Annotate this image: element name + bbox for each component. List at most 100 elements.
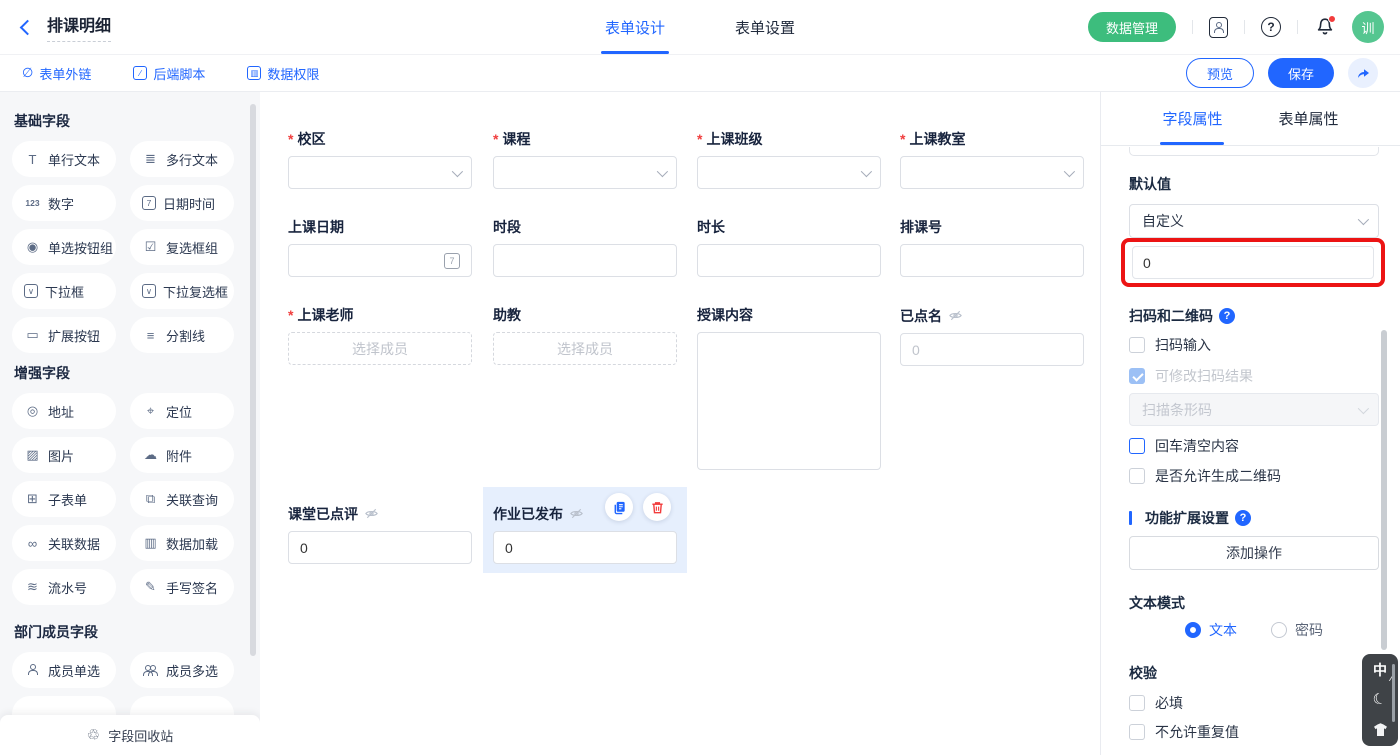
course-select[interactable] — [493, 156, 677, 189]
scan-input-checkbox[interactable]: 扫码输入 — [1129, 337, 1211, 353]
pen-icon: ✎ — [142, 579, 159, 595]
field-item-multi-line-text[interactable]: ≣多行文本 — [130, 141, 234, 177]
section-title-members: 部门成员字段 — [14, 625, 260, 639]
no-duplicate-checkbox[interactable]: 不允许重复值 — [1129, 724, 1239, 740]
field-item-address[interactable]: ◎地址 — [12, 393, 116, 429]
field-time-slot[interactable]: 时段 — [493, 220, 677, 277]
field-item-image[interactable]: ▨图片 — [12, 437, 116, 473]
form-canvas[interactable]: *校区 *课程 *上课班级 *上课教室 上课日期 7 时段 时长 排课号 — [260, 92, 1100, 755]
class-select[interactable] — [697, 156, 881, 189]
field-duration[interactable]: 时长 — [697, 220, 881, 277]
homework-published-input[interactable]: 0 — [493, 531, 677, 564]
field-item-serial-number[interactable]: ≋流水号 — [12, 569, 116, 605]
language-toggle[interactable]: 中∕ — [1373, 663, 1387, 677]
field-item-datetime[interactable]: 7日期时间 — [130, 185, 234, 221]
field-item-related-data[interactable]: ∞关联数据 — [12, 525, 116, 561]
data-permission-button[interactable]: ▥数据权限 — [247, 64, 319, 83]
enter-clear-checkbox[interactable]: 回车清空内容 — [1129, 438, 1239, 454]
divider — [1244, 20, 1245, 34]
field-item-location[interactable]: ⌖定位 — [130, 393, 234, 429]
calendar-icon: 7 — [444, 253, 460, 269]
help-icon[interactable]: ? — [1235, 510, 1251, 526]
field-item-single-line-text[interactable]: T单行文本 — [12, 141, 116, 177]
field-item-multi-select[interactable]: ∨下拉复选框 — [130, 273, 234, 309]
sidebar-scrollbar[interactable] — [250, 104, 256, 656]
copy-field-button[interactable] — [605, 493, 633, 521]
field-item-radio-group[interactable]: ◉单选按钮组 — [12, 229, 116, 265]
dark-mode-toggle-moon-icon[interactable]: ☾ — [1372, 691, 1389, 708]
field-item-select[interactable]: ∨下拉框 — [12, 273, 116, 309]
field-item-signature[interactable]: ✎手写签名 — [130, 569, 234, 605]
data-manage-button[interactable]: 数据管理 — [1088, 12, 1176, 42]
teacher-member-picker[interactable]: 选择成员 — [288, 332, 472, 365]
avatar[interactable]: 训 — [1352, 11, 1384, 43]
divider — [1192, 20, 1193, 34]
help-icon[interactable]: ? — [1219, 308, 1235, 324]
field-item-number[interactable]: 123数字 — [12, 185, 116, 221]
tab-form-settings[interactable]: 表单设置 — [735, 0, 795, 54]
panel-scrollbar[interactable] — [1381, 330, 1387, 650]
divider-icon: ≡ — [142, 328, 159, 343]
time-slot-input[interactable] — [493, 244, 677, 277]
default-value-type-select[interactable]: 自定义 — [1129, 204, 1379, 238]
allow-qrcode-checkbox[interactable]: 是否允许生成二维码 — [1129, 468, 1281, 484]
save-button[interactable]: 保存 — [1268, 58, 1334, 88]
notification-bell-icon[interactable] — [1314, 16, 1336, 38]
field-class[interactable]: *上课班级 — [697, 132, 881, 189]
schedule-no-input[interactable] — [900, 244, 1084, 277]
field-roll-called[interactable]: 已点名 0 — [900, 308, 1084, 366]
help-icon[interactable]: ? — [1261, 17, 1281, 37]
field-assistant[interactable]: 助教 选择成员 — [493, 308, 677, 365]
extension-section-title: 功能扩展设置? — [1129, 510, 1251, 526]
radio-text[interactable]: 文本 — [1185, 620, 1237, 640]
field-item-member-single[interactable]: 成员单选 — [12, 652, 116, 688]
field-item-divider[interactable]: ≡分割线 — [130, 317, 234, 353]
field-schedule-no[interactable]: 排课号 — [900, 220, 1084, 277]
page-title[interactable]: 排课明细 — [47, 12, 111, 42]
tab-form-properties[interactable]: 表单属性 — [1279, 92, 1339, 145]
field-item-attachment[interactable]: ☁附件 — [130, 437, 234, 473]
add-action-button[interactable]: 添加操作 — [1129, 536, 1379, 570]
class-date-input[interactable]: 7 — [288, 244, 472, 277]
backend-script-button[interactable]: ∕后端脚本 — [133, 64, 205, 83]
field-item-extend-button[interactable]: ▭扩展按钮 — [12, 317, 116, 353]
assistant-member-picker[interactable]: 选择成员 — [493, 332, 677, 365]
teaching-content-textarea[interactable] — [697, 332, 881, 470]
roll-called-input[interactable]: 0 — [900, 333, 1084, 366]
required-checkbox[interactable]: 必填 — [1129, 695, 1183, 711]
contacts-icon[interactable] — [1209, 17, 1228, 38]
duration-input[interactable] — [697, 244, 881, 277]
field-course[interactable]: *课程 — [493, 132, 677, 189]
field-campus[interactable]: *校区 — [288, 132, 472, 189]
share-button[interactable] — [1348, 58, 1378, 88]
field-class-date[interactable]: 上课日期 7 — [288, 220, 472, 277]
tab-field-properties[interactable]: 字段属性 — [1162, 92, 1222, 145]
class-reviewed-input[interactable]: 0 — [288, 531, 472, 564]
field-homework-published[interactable]: 作业已发布 0 — [493, 506, 677, 564]
external-link-button[interactable]: ∅表单外链 — [22, 64, 91, 83]
field-item-checkbox-group[interactable]: ☑复选框组 — [130, 229, 234, 265]
editable-scan-result-checkbox[interactable]: 可修改扫码结果 — [1129, 368, 1253, 384]
back-icon[interactable] — [20, 19, 36, 35]
field-item-data-load[interactable]: ▥数据加载 — [130, 525, 234, 561]
delete-field-button[interactable] — [643, 493, 671, 521]
theme-shirt-icon[interactable] — [1372, 723, 1389, 737]
field-teaching-content[interactable]: 授课内容 — [697, 308, 881, 470]
field-item-related-query[interactable]: ⧉关联查询 — [130, 481, 234, 517]
default-value-input[interactable]: 0 — [1132, 246, 1374, 279]
field-item-subform[interactable]: ⊞子表单 — [12, 481, 116, 517]
field-item-member-multi[interactable]: 成员多选 — [130, 652, 234, 688]
tab-form-design[interactable]: 表单设计 — [605, 0, 665, 54]
preview-button[interactable]: 预览 — [1186, 58, 1254, 88]
radio-password[interactable]: 密码 — [1271, 620, 1323, 640]
classroom-select[interactable] — [900, 156, 1084, 189]
field-class-reviewed[interactable]: 课堂已点评 0 — [288, 506, 472, 564]
eye-slash-icon — [569, 506, 584, 521]
field-teacher[interactable]: *上课老师 选择成员 — [288, 308, 472, 365]
required-asterisk: * — [697, 132, 702, 146]
properties-panel: 字段属性 表单属性 默认值 自定义 0 扫码和二维码? 扫码输入 可修改扫码结果… — [1100, 92, 1400, 755]
campus-select[interactable] — [288, 156, 472, 189]
field-classroom[interactable]: *上课教室 — [900, 132, 1084, 189]
field-recycle-bin[interactable]: ♲ 字段回收站 — [0, 715, 260, 755]
scan-mode-select[interactable]: 扫描条形码 — [1129, 393, 1379, 426]
